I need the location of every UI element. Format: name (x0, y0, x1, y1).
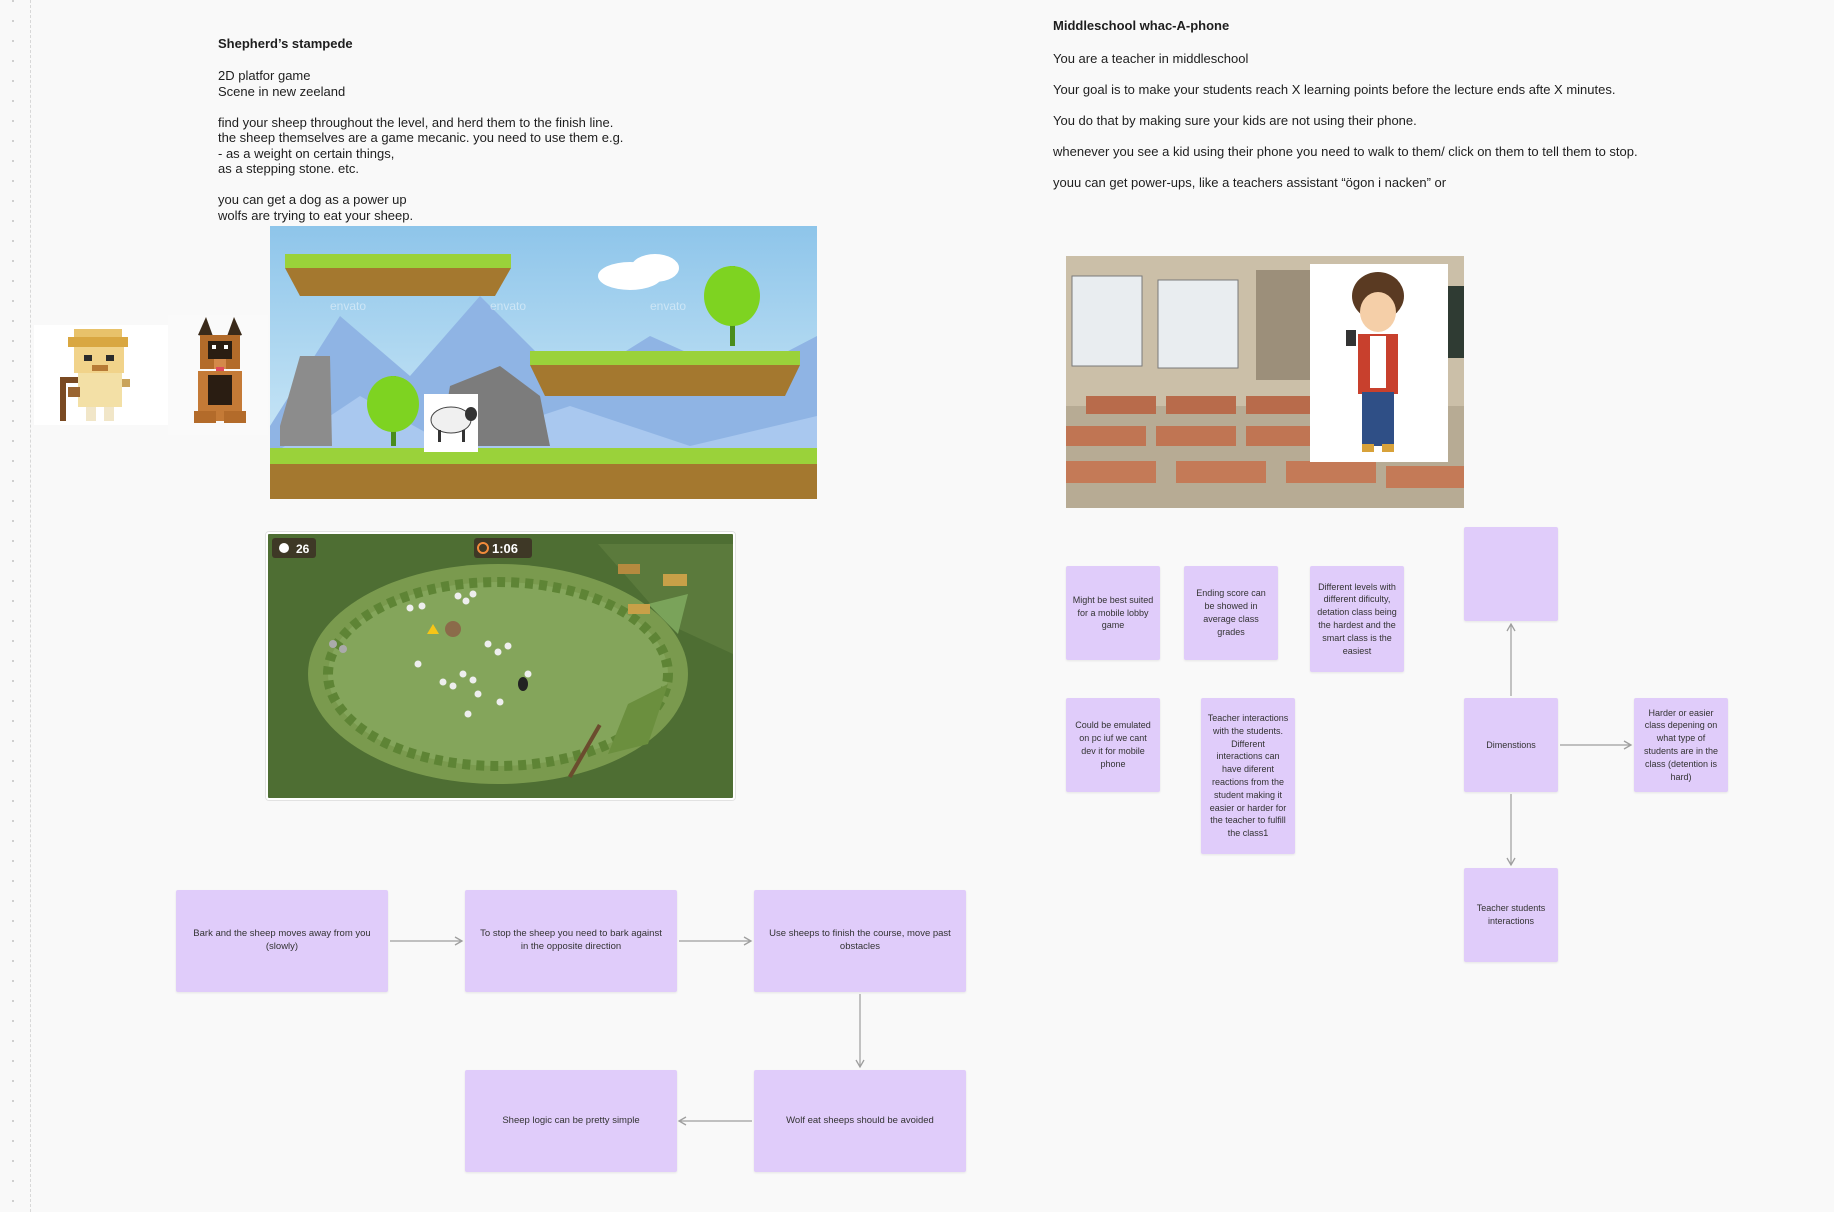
flow-note-use-sheeps[interactable]: Use sheeps to finish the course, move pa… (754, 890, 966, 992)
intro-paragraph[interactable]: You are a teacher in middleschool (1053, 51, 1248, 66)
mindmap-center-dimensions[interactable]: Dimenstions (1464, 698, 1558, 792)
flow-note-bark[interactable]: Bark and the sheep moves away from you (… (176, 890, 388, 992)
method-paragraph[interactable]: You do that by making sure your kids are… (1053, 113, 1417, 128)
herding-game-screenshot[interactable]: 26 1:06 (266, 532, 735, 800)
shepherd-pixel-image[interactable] (34, 325, 176, 425)
flow-note-stop-sheep[interactable]: To stop the sheep you need to bark again… (465, 890, 677, 992)
mindmap-class-difficulty[interactable]: Harder or easier class depening on what … (1634, 698, 1728, 792)
note-difficulty-levels[interactable]: Different levels with different dificult… (1310, 566, 1404, 672)
classroom-image[interactable] (1066, 256, 1464, 508)
flow-note-sheep-logic[interactable]: Sheep logic can be pretty simple (465, 1070, 677, 1172)
dog-pixel-image[interactable] (168, 315, 268, 435)
flow-note-wolf[interactable]: Wolf eat sheeps should be avoided (754, 1070, 966, 1172)
mindmap-teacher-students[interactable]: Teacher students interactions (1464, 868, 1558, 962)
note-mobile-lobby[interactable]: Might be best suited for a mobile lobby … (1066, 566, 1160, 660)
note-ending-score[interactable]: Ending score can be showed in average cl… (1184, 566, 1278, 660)
timer-value: 1:06 (492, 541, 518, 556)
watermark-text: envato (330, 299, 366, 313)
watermark-text: envato (650, 299, 686, 313)
goal-paragraph[interactable]: Your goal is to make your students reach… (1053, 82, 1615, 97)
mindmap-empty-note[interactable] (1464, 527, 1558, 621)
sheep-count: 26 (296, 542, 310, 556)
note-teacher-interactions[interactable]: Teacher interactions with the students. … (1201, 698, 1295, 854)
action-paragraph[interactable]: whenever you see a kid using their phone… (1053, 144, 1638, 159)
shepherds-stampede-title[interactable]: Shepherd’s stampede (218, 36, 353, 51)
powerups-paragraph[interactable]: youu can get power-ups, like a teachers … (1053, 175, 1446, 190)
watermark-text: envato (490, 299, 526, 313)
canvas-ruler (0, 0, 31, 1212)
shepherds-stampede-description[interactable]: 2D platfor game Scene in new zeeland fin… (218, 68, 778, 223)
whac-a-phone-title[interactable]: Middleschool whac-A-phone (1053, 18, 1229, 33)
note-emulate-pc[interactable]: Could be emulated on pc iuf we cant dev … (1066, 698, 1160, 792)
platformer-scene-image[interactable]: envato envato envato (270, 226, 817, 499)
